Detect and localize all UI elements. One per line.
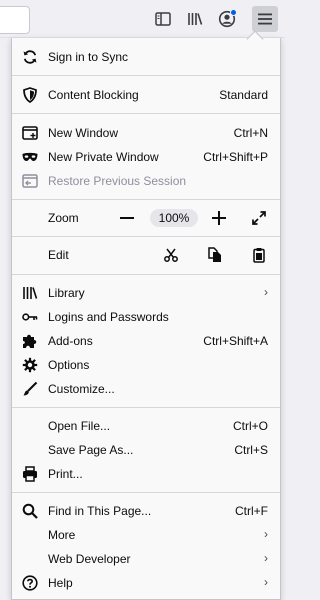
restore-session-icon: [22, 173, 38, 189]
sidebar-icon[interactable]: [152, 8, 174, 30]
private-mask-icon: [22, 149, 38, 165]
separator: [12, 274, 280, 275]
restore-session-label: Restore Previous Session: [48, 174, 187, 188]
edit-label: Edit: [48, 248, 69, 262]
menu-item-options[interactable]: Options: [12, 353, 280, 377]
menu-item-library[interactable]: Library ›: [12, 281, 280, 305]
library-icon: [22, 285, 38, 301]
menu-item-open-file[interactable]: Open File... Ctrl+O: [12, 414, 280, 438]
new-window-shortcut: Ctrl+N: [233, 126, 268, 140]
copy-icon[interactable]: [206, 243, 224, 267]
new-window-icon: [22, 125, 38, 141]
new-private-window-label: New Private Window: [48, 150, 159, 164]
menu-item-help[interactable]: Help ›: [12, 571, 280, 595]
addons-label: Add-ons: [48, 334, 93, 348]
addons-shortcut: Ctrl+Shift+A: [203, 334, 268, 348]
separator: [12, 75, 280, 76]
paintbrush-icon: [22, 381, 38, 397]
zoom-out-button[interactable]: [118, 206, 136, 230]
app-menu-panel: Sign in to Sync Content Blocking Standar…: [11, 38, 281, 600]
menu-item-new-window[interactable]: New Window Ctrl+N: [12, 121, 280, 145]
options-label: Options: [48, 358, 90, 372]
print-label: Print...: [48, 467, 83, 481]
menu-item-addons[interactable]: Add-ons Ctrl+Shift+A: [12, 329, 280, 353]
separator: [12, 492, 280, 493]
menu-item-logins[interactable]: Logins and Passwords: [12, 305, 280, 329]
menu-item-content-blocking[interactable]: Content Blocking Standard: [12, 83, 280, 107]
menu-item-web-developer[interactable]: Web Developer ›: [12, 547, 280, 571]
new-private-window-shortcut: Ctrl+Shift+P: [203, 150, 268, 164]
zoom-controls: Zoom 100%: [12, 206, 280, 230]
help-icon: [22, 575, 38, 591]
fullscreen-icon[interactable]: [250, 206, 268, 230]
save-page-shortcut: Ctrl+S: [234, 443, 268, 457]
content-blocking-value: Standard: [219, 88, 268, 102]
zoom-reset-button[interactable]: 100%: [150, 209, 198, 227]
library-label: Library: [48, 286, 85, 300]
chevron-right-icon: ›: [264, 285, 268, 299]
menu-item-print[interactable]: Print...: [12, 462, 280, 486]
sync-icon: [22, 49, 38, 65]
separator: [12, 407, 280, 408]
new-window-label: New Window: [48, 126, 119, 140]
paste-icon[interactable]: [250, 243, 268, 267]
shield-icon: [22, 87, 38, 103]
menu-item-customize[interactable]: Customize...: [12, 377, 280, 401]
help-label: Help: [48, 576, 73, 590]
separator: [12, 236, 280, 237]
separator: [12, 113, 280, 114]
printer-icon: [22, 466, 38, 482]
account-icon[interactable]: [216, 8, 238, 30]
menu-item-more[interactable]: More ›: [12, 523, 280, 547]
find-shortcut: Ctrl+F: [235, 504, 268, 518]
puzzle-piece-icon: [22, 333, 38, 349]
search-icon: [22, 503, 38, 519]
open-file-shortcut: Ctrl+O: [232, 419, 268, 433]
web-developer-label: Web Developer: [48, 552, 131, 566]
menu-item-save-page[interactable]: Save Page As... Ctrl+S: [12, 438, 280, 462]
more-label: More: [48, 528, 76, 542]
save-page-label: Save Page As...: [48, 443, 134, 457]
sign-in-label: Sign in to Sync: [48, 50, 129, 64]
gear-icon: [22, 357, 38, 373]
notification-dot: [230, 9, 237, 16]
customize-label: Customize...: [48, 382, 115, 396]
zoom-label: Zoom: [48, 211, 79, 225]
menu-item-sign-in[interactable]: Sign in to Sync: [12, 45, 280, 69]
logins-label: Logins and Passwords: [48, 310, 169, 324]
menu-item-restore-session[interactable]: Restore Previous Session: [12, 169, 280, 193]
url-bar[interactable]: [0, 6, 30, 34]
chevron-right-icon: ›: [264, 575, 268, 589]
content-blocking-label: Content Blocking: [48, 88, 139, 102]
zoom-in-button[interactable]: [210, 206, 228, 230]
chevron-right-icon: ›: [264, 527, 268, 541]
cut-icon[interactable]: [162, 243, 180, 267]
edit-controls: Edit: [12, 243, 280, 267]
open-file-label: Open File...: [48, 419, 111, 433]
hamburger-menu-icon[interactable]: [252, 6, 278, 32]
menu-item-find[interactable]: Find in This Page... Ctrl+F: [12, 499, 280, 523]
separator: [12, 199, 280, 200]
library-icon[interactable]: [184, 8, 206, 30]
menu-item-new-private-window[interactable]: New Private Window Ctrl+Shift+P: [12, 145, 280, 169]
browser-toolbar: [0, 0, 285, 38]
find-label: Find in This Page...: [48, 504, 152, 518]
key-icon: [22, 309, 38, 325]
chevron-right-icon: ›: [264, 551, 268, 565]
